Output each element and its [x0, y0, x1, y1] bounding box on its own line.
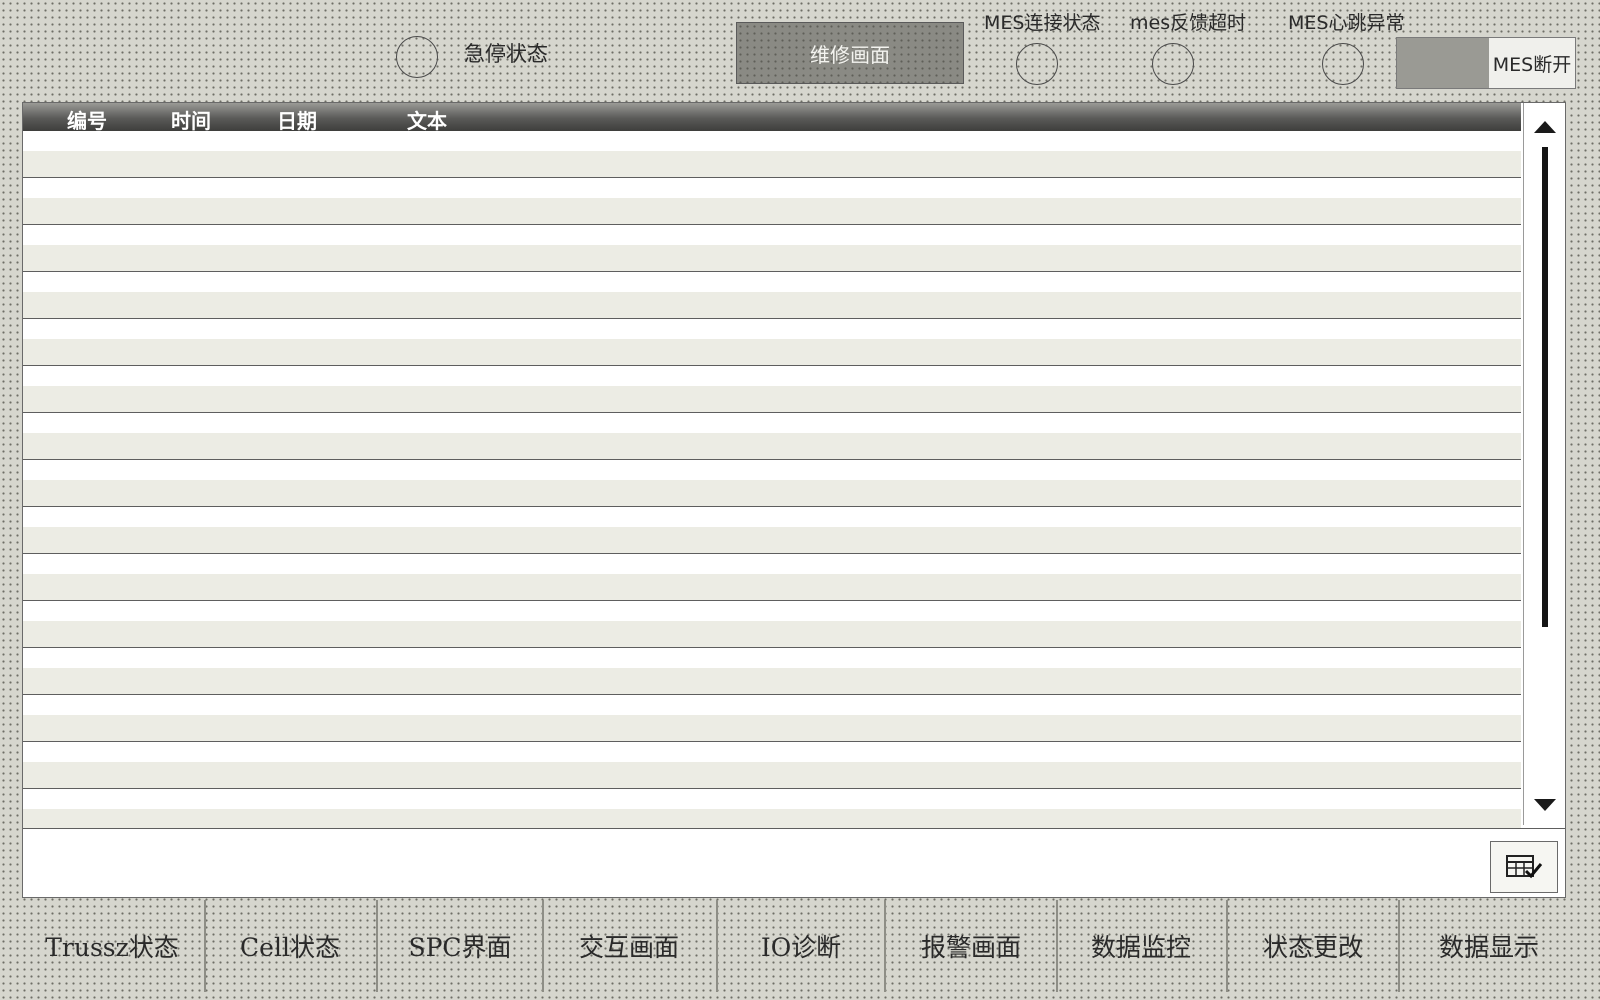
maintenance-screen-button[interactable]: 维修画面 [736, 22, 964, 84]
nav-truss-status[interactable]: Trussz状态 [22, 900, 202, 992]
column-header-time[interactable]: 时间 [171, 105, 211, 134]
nav-cell-status[interactable]: Cell状态 [206, 900, 374, 992]
toggle-knob [1397, 38, 1489, 88]
table-footer [23, 828, 1565, 897]
scrollbar-thumb[interactable] [1542, 147, 1548, 627]
nav-data-display[interactable]: 数据显示 [1400, 900, 1578, 992]
nav-data-monitor[interactable]: 数据监控 [1058, 900, 1224, 992]
column-header-id[interactable]: 编号 [67, 105, 107, 134]
scroll-down-arrow-icon[interactable] [1534, 799, 1556, 811]
column-header-text[interactable]: 文本 [407, 105, 447, 134]
estop-status-label: 急停状态 [464, 42, 548, 66]
scroll-up-arrow-icon[interactable] [1534, 121, 1556, 133]
table-row[interactable] [23, 131, 1521, 178]
mes-disconnect-label: MES断开 [1492, 53, 1572, 76]
table-row[interactable] [23, 225, 1521, 272]
table-row[interactable] [23, 695, 1521, 742]
nav-io-diagnosis[interactable]: IO诊断 [718, 900, 884, 992]
table-row[interactable] [23, 460, 1521, 507]
nav-spc[interactable]: SPC界面 [378, 900, 542, 992]
mes-heartbeat-lamp [1322, 43, 1364, 85]
table-scrollbar[interactable] [1523, 103, 1565, 825]
table-body [23, 131, 1521, 897]
mes-heartbeat-label: MES心跳异常 [1288, 12, 1405, 34]
table-row[interactable] [23, 413, 1521, 460]
column-header-date[interactable]: 日期 [277, 105, 317, 134]
table-row[interactable] [23, 178, 1521, 225]
table-header: 编号 时间 日期 文本 [23, 103, 1521, 134]
table-row[interactable] [23, 319, 1521, 366]
mes-timeout-label: mes反馈超时 [1130, 12, 1247, 34]
nav-status-change[interactable]: 状态更改 [1228, 900, 1398, 992]
table-config-button[interactable] [1490, 841, 1558, 893]
bottom-navigation-bar: Trussz状态 Cell状态 SPC界面 交互画面 IO诊断 报警画面 数据监… [22, 900, 1582, 992]
table-row[interactable] [23, 507, 1521, 554]
mes-timeout-lamp [1152, 43, 1194, 85]
mes-disconnect-toggle[interactable]: MES断开 [1396, 37, 1576, 89]
table-row[interactable] [23, 554, 1521, 601]
message-table-panel: 编号 时间 日期 文本 [22, 102, 1566, 898]
table-row[interactable] [23, 601, 1521, 648]
table-row[interactable] [23, 648, 1521, 695]
mes-connection-lamp [1016, 43, 1058, 85]
estop-status-lamp [396, 36, 438, 78]
nav-alarm[interactable]: 报警画面 [886, 900, 1056, 992]
table-row[interactable] [23, 366, 1521, 413]
mes-connection-label: MES连接状态 [984, 12, 1101, 34]
nav-interaction[interactable]: 交互画面 [544, 900, 714, 992]
table-row[interactable] [23, 272, 1521, 319]
table-check-icon [1506, 855, 1543, 879]
table-row[interactable] [23, 742, 1521, 789]
